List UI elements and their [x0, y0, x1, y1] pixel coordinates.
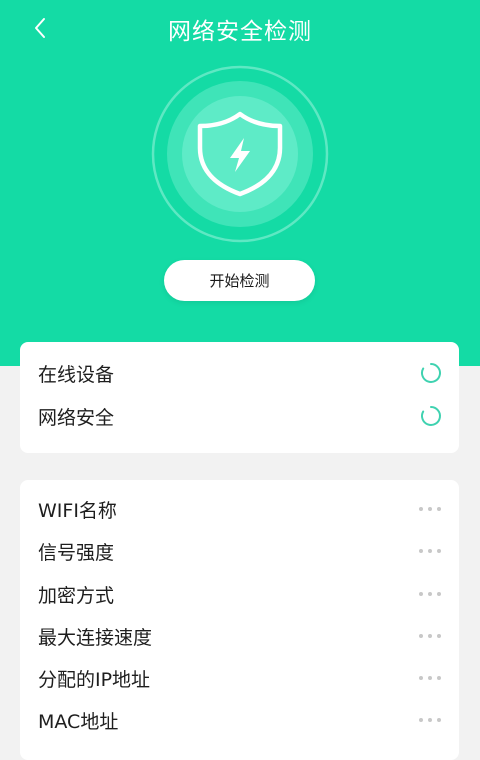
row-label: MAC地址 — [38, 710, 119, 733]
row-label: 信号强度 — [38, 541, 115, 564]
more-dots-icon — [419, 676, 441, 680]
list-item-signal-strength[interactable]: 信号强度 — [20, 531, 459, 571]
hero-banner: 网络安全检测 开始检测 — [0, 0, 480, 366]
row-label: 加密方式 — [38, 584, 115, 607]
nav-bar: 网络安全检测 — [0, 0, 480, 56]
wifi-info-card: WIFI名称 信号强度 加密方式 最大连接速度 分配的IP地址 MAC地址 — [20, 480, 459, 760]
list-item-online-devices[interactable]: 在线设备 — [20, 353, 459, 393]
shield-lightning-icon — [151, 65, 329, 243]
row-label: 在线设备 — [38, 363, 115, 386]
page-title: 网络安全检测 — [168, 19, 312, 45]
more-dots-icon — [419, 507, 441, 511]
row-label: WIFI名称 — [38, 499, 117, 522]
shield-emblem — [150, 64, 330, 244]
start-check-button[interactable]: 开始检测 — [164, 260, 315, 301]
list-item-max-speed[interactable]: 最大连接速度 — [20, 616, 459, 656]
more-dots-icon — [419, 718, 441, 722]
list-item-ip-address[interactable]: 分配的IP地址 — [20, 658, 459, 698]
loading-spinner-icon — [421, 363, 441, 383]
list-item-network-security[interactable]: 网络安全 — [20, 396, 459, 436]
status-card: 在线设备 网络安全 — [20, 342, 459, 453]
more-dots-icon — [419, 634, 441, 638]
row-label: 网络安全 — [38, 406, 115, 429]
list-item-wifi-name[interactable]: WIFI名称 — [20, 489, 459, 529]
list-item-encryption[interactable]: 加密方式 — [20, 574, 459, 614]
row-label: 最大连接速度 — [38, 626, 153, 649]
list-item-mac-address[interactable]: MAC地址 — [20, 700, 459, 740]
row-label: 分配的IP地址 — [38, 668, 151, 691]
loading-spinner-icon — [421, 406, 441, 426]
more-dots-icon — [419, 592, 441, 596]
more-dots-icon — [419, 549, 441, 553]
